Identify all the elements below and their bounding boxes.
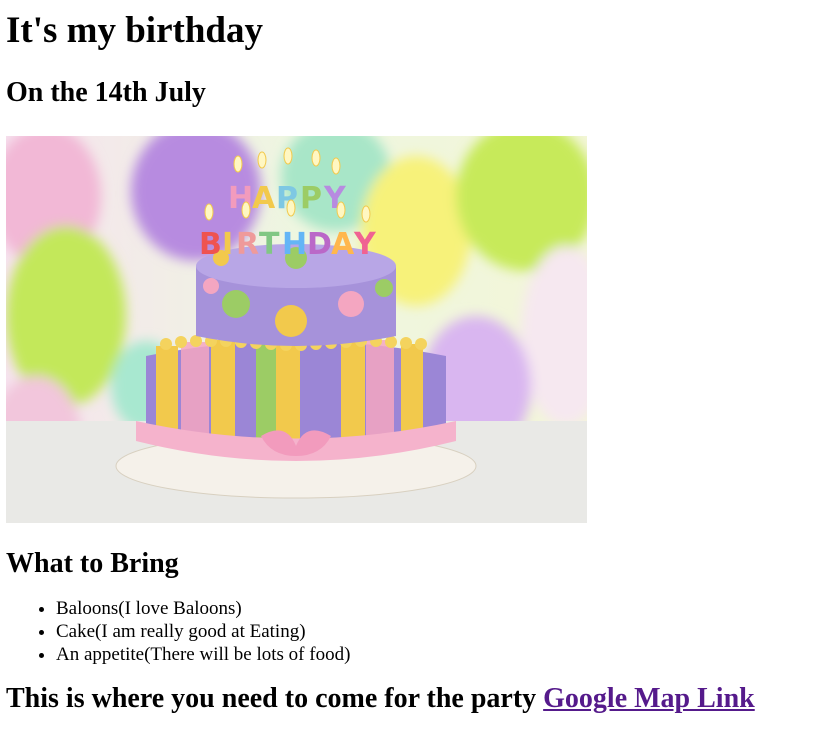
list-item: Baloons(I love Baloons) — [56, 597, 813, 620]
svg-text:P: P — [300, 181, 322, 216]
svg-text:B: B — [199, 227, 222, 262]
google-map-link[interactable]: Google Map Link — [543, 683, 755, 714]
svg-text:R: R — [236, 227, 259, 262]
svg-text:H: H — [282, 227, 307, 262]
bring-list: Baloons(I love Baloons) Cake(I am really… — [6, 597, 813, 666]
list-item: An appetite(There will be lots of food) — [56, 643, 813, 666]
svg-text:A: A — [331, 227, 355, 262]
svg-text:Y: Y — [353, 227, 377, 262]
party-text: This is where you need to come for the p… — [6, 683, 537, 714]
svg-text:A: A — [252, 181, 276, 216]
birthday-cake-image: H A P P Y B I R T H D A Y — [6, 136, 587, 523]
svg-text:D: D — [307, 227, 332, 262]
what-to-bring-heading: What to Bring — [6, 548, 179, 579]
date-subtitle: On the 14th July — [6, 77, 206, 108]
party-location-line: This is where you need to come for the p… — [6, 682, 813, 716]
svg-text:T: T — [259, 227, 280, 262]
list-item: Cake(I am really good at Eating) — [56, 620, 813, 643]
svg-text:I: I — [222, 227, 233, 262]
page-title: It's my birthday — [6, 10, 263, 51]
